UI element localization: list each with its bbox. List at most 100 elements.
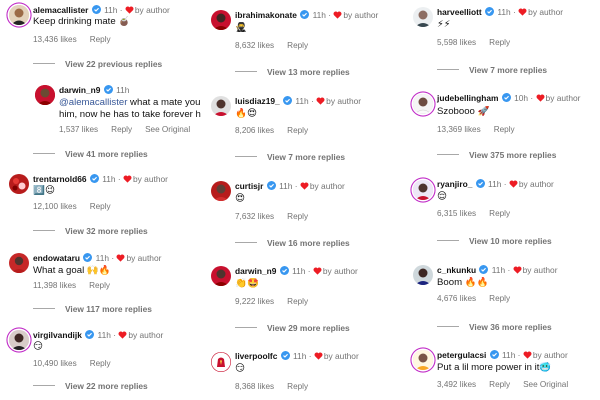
comment-actions: 8,368 likes Reply [235, 382, 321, 391]
view-replies-button[interactable]: View 22 more replies [33, 381, 148, 391]
avatar[interactable] [413, 94, 433, 114]
timestamp: 11h [295, 96, 309, 106]
username[interactable]: alemacallister [33, 5, 88, 15]
reply-button[interactable]: Reply [494, 125, 515, 134]
reply-button[interactable]: Reply [489, 38, 510, 47]
like-count[interactable]: 5,598 likes [437, 38, 476, 47]
username[interactable]: petergulacsi [437, 350, 486, 360]
view-replies-button[interactable]: View 36 more replies [437, 322, 552, 332]
reply-button[interactable]: Reply [111, 125, 132, 134]
comment-actions: 3,492 likes Reply See Original [437, 380, 581, 389]
reply-button[interactable]: Reply [287, 297, 308, 306]
view-replies-button[interactable]: View 29 more replies [235, 323, 350, 333]
like-count[interactable]: 13,436 likes [33, 35, 77, 44]
like-count[interactable]: 4,676 likes [437, 294, 476, 303]
like-count[interactable]: 7,632 likes [235, 212, 274, 221]
view-replies-button[interactable]: View 22 previous replies [33, 59, 162, 69]
avatar[interactable] [413, 7, 433, 27]
avatar[interactable] [211, 181, 231, 201]
comment-column-3: harveelliott 11h · by author ⚡⚡ 5,598 li… [410, 0, 600, 400]
reply-button[interactable]: Reply [287, 212, 308, 221]
reply-button[interactable]: Reply [287, 382, 308, 391]
avatar[interactable] [211, 266, 231, 286]
username[interactable]: ibrahimakonate [235, 10, 297, 20]
like-count[interactable]: 13,369 likes [437, 125, 481, 134]
like-count[interactable]: 10,490 likes [33, 359, 77, 368]
like-count[interactable]: 9,222 likes [235, 297, 274, 306]
avatar[interactable] [413, 265, 433, 285]
avatar[interactable] [211, 10, 231, 30]
avatar[interactable] [35, 85, 55, 105]
by-author-label: by author [309, 181, 345, 191]
divider-line [33, 63, 55, 64]
username[interactable]: curtisjr [235, 181, 263, 191]
username[interactable]: endowataru [33, 253, 80, 263]
reply-button[interactable]: Reply [90, 202, 111, 211]
view-replies-button[interactable]: View 7 more replies [235, 152, 345, 162]
by-author-label: by author [128, 330, 164, 340]
reply-button[interactable]: Reply [90, 35, 111, 44]
comment-meta: ibrahimakonate 11h · by author [235, 10, 379, 20]
avatar[interactable] [413, 350, 433, 370]
view-replies-button[interactable]: View 117 more replies [33, 304, 152, 314]
like-count[interactable]: 6,315 likes [437, 209, 476, 218]
reply-button[interactable]: Reply [287, 41, 308, 50]
reply-button[interactable]: Reply [489, 294, 510, 303]
view-replies-button[interactable]: View 13 more replies [235, 67, 350, 77]
like-count[interactable]: 8,632 likes [235, 41, 274, 50]
username[interactable]: darwin_n9 [59, 85, 100, 95]
comment-text: 😌 [437, 191, 448, 202]
avatar[interactable] [9, 330, 29, 350]
comment-text: 8️⃣😉 [33, 185, 55, 196]
username[interactable]: trentarnold66 [33, 174, 87, 184]
username[interactable]: judebellingham [437, 93, 498, 103]
username[interactable]: liverpoolfc [235, 351, 277, 361]
mention-link[interactable]: @alemacallister [59, 97, 127, 108]
timestamp: 11h [497, 7, 511, 17]
verified-badge-icon [489, 350, 499, 359]
avatar[interactable] [413, 180, 433, 200]
like-count[interactable]: 11,398 likes [33, 281, 76, 290]
avatar[interactable] [211, 96, 231, 116]
username[interactable]: darwin_n9 [235, 266, 276, 276]
comment-column-2: ibrahimakonate 11h · by author 🥷 8,632 l… [208, 0, 408, 400]
username[interactable]: luisdiaz19_ [235, 96, 280, 106]
view-replies-button[interactable]: View 41 more replies [33, 149, 148, 159]
view-replies-button[interactable]: View 7 more replies [437, 65, 547, 75]
username[interactable]: c_nkunku [437, 265, 476, 275]
like-count[interactable]: 8,368 likes [235, 382, 274, 391]
reply-button[interactable]: Reply [489, 209, 510, 218]
avatar[interactable] [9, 174, 29, 194]
username[interactable]: harveelliott [437, 7, 482, 17]
timestamp: 11h [97, 330, 111, 340]
view-replies-button[interactable]: View 32 more replies [33, 226, 148, 236]
reply-button[interactable]: Reply [90, 359, 111, 368]
like-count[interactable]: 3,492 likes [437, 380, 476, 389]
like-count[interactable]: 12,100 likes [33, 202, 77, 211]
divider-line [33, 153, 55, 154]
reply-button[interactable]: Reply [89, 281, 110, 290]
like-count[interactable]: 8,206 likes [235, 126, 274, 135]
comment-meta: c_nkunku 11h · by author [437, 265, 558, 275]
verified-badge-icon [85, 330, 95, 339]
avatar[interactable] [211, 352, 231, 372]
divider-line [437, 154, 459, 155]
avatar[interactable] [9, 5, 29, 25]
verified-badge-icon [283, 96, 293, 105]
username[interactable]: virgilvandijk [33, 330, 82, 340]
username[interactable]: ryanjiro_ [437, 179, 472, 189]
view-replies-button[interactable]: View 16 more replies [235, 238, 350, 248]
reply-button[interactable]: Reply [287, 126, 308, 135]
see-original-button[interactable]: See Original [523, 380, 568, 389]
by-author-label: by author [134, 5, 170, 15]
divider-line [33, 308, 55, 309]
reply-button[interactable]: Reply [489, 380, 510, 389]
like-count[interactable]: 1,537 likes [59, 125, 98, 134]
avatar[interactable] [9, 253, 29, 273]
view-replies-button[interactable]: View 10 more replies [437, 236, 552, 246]
comment-column-1: alemacallister 11h · by author Keep drin… [6, 0, 206, 400]
see-original-button[interactable]: See Original [145, 125, 190, 134]
heart-icon [314, 352, 323, 360]
heart-icon [300, 182, 309, 190]
view-replies-button[interactable]: View 375 more replies [437, 150, 556, 160]
